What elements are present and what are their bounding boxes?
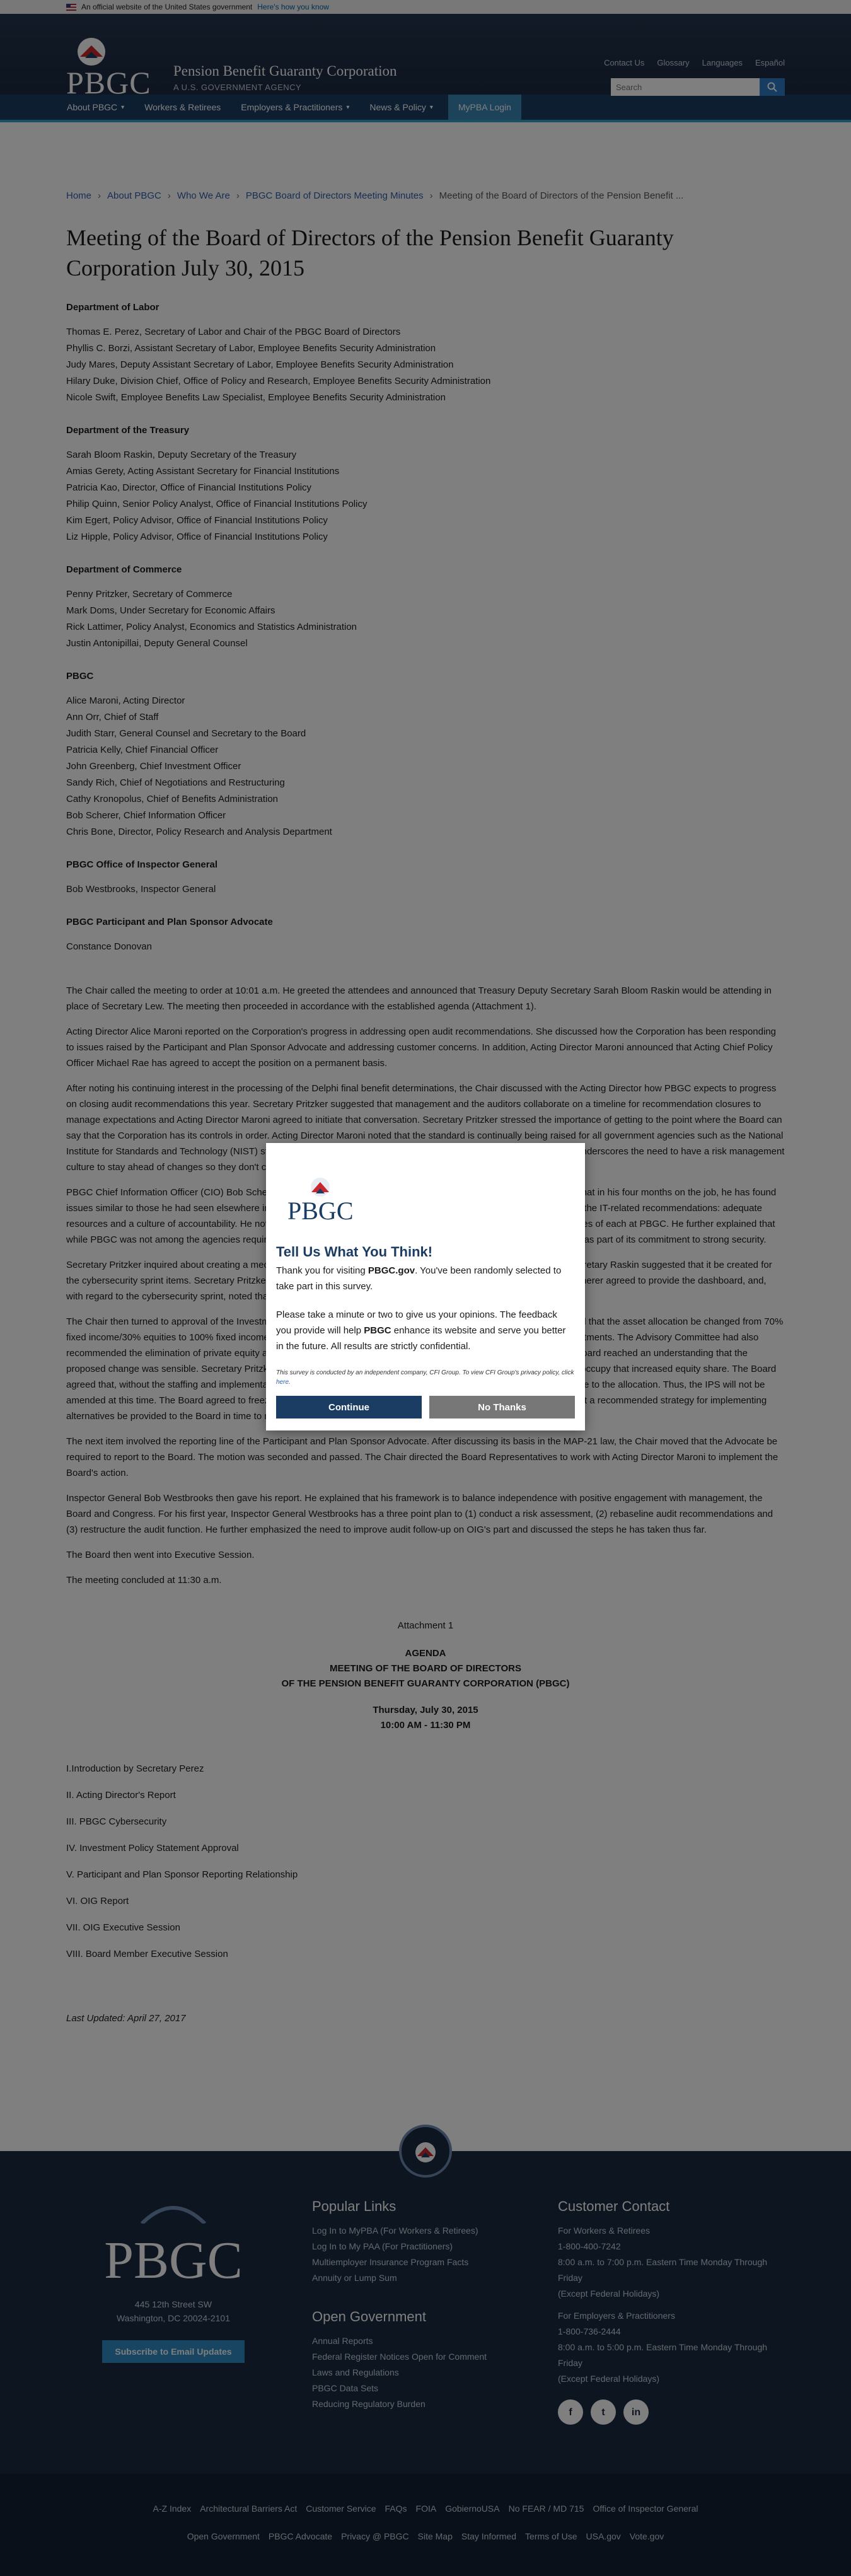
- modal-text-1: Thank you for visiting PBGC.gov. You've …: [276, 1265, 562, 1292]
- modal-pbgc-emblem-icon: [311, 1178, 330, 1197]
- modal-logo: PBGC: [287, 1175, 363, 1225]
- modal-disclaimer: This survey is conducted by an independe…: [276, 1369, 574, 1386]
- modal-title: Tell Us What You Think!: [276, 1244, 433, 1260]
- continue-button[interactable]: Continue: [276, 1396, 422, 1419]
- modal-logo-text: PBGC: [287, 1197, 354, 1225]
- survey-modal: PBGC Tell Us What You Think! Thank you f…: [266, 1143, 585, 1430]
- modal-buttons: Continue No Thanks: [276, 1396, 575, 1419]
- modal-text-2: Please take a minute or two to give us y…: [276, 1309, 566, 1352]
- privacy-policy-link[interactable]: here: [276, 1379, 289, 1386]
- no-thanks-button[interactable]: No Thanks: [429, 1396, 575, 1419]
